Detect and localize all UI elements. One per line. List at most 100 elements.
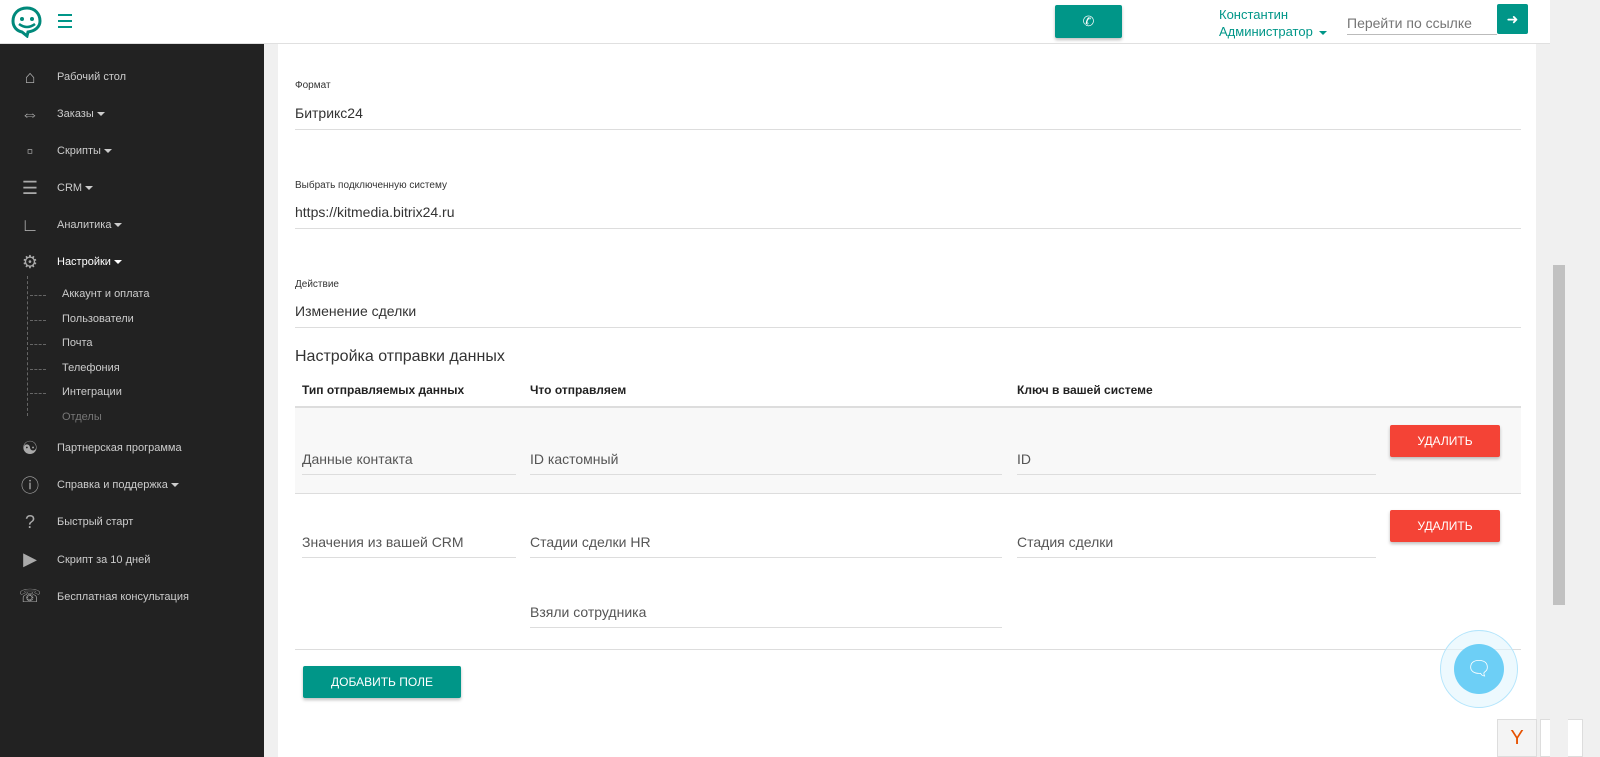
section-title: Настройка отправки данных <box>295 348 505 365</box>
sidebar-item-label: Аналитика <box>57 219 123 231</box>
label-text: Бесплатная консультация <box>57 590 189 603</box>
gears-icon: ⚙ <box>21 251 39 272</box>
label-text: Рабочий стол <box>57 71 127 83</box>
sidebar-item[interactable]: ▫ Скрипты <box>0 134 264 168</box>
main-content: Формат Битрикс24 Выбрать подключенную си… <box>278 44 1536 757</box>
top-bar: ✆ Константин Администратор ➜ <box>0 0 1550 44</box>
label-text: Справка и поддержка <box>57 479 168 492</box>
scrollbar[interactable] <box>1550 0 1568 757</box>
caret-down-icon <box>1319 30 1328 35</box>
user-menu[interactable]: Константин Администратор <box>1219 6 1328 40</box>
sidebar: ⌂ Рабочий стол ⇔ Заказы ▫ Скрипты ☰ CRM ∟ Аналити… <box>0 44 264 757</box>
chat-icon: 🗨 <box>1454 644 1504 694</box>
delete-button[interactable]: УДАЛИТЬ <box>1390 425 1500 457</box>
type-select[interactable]: Значения из вашей CRM <box>302 534 516 558</box>
label-text: Скрипт за 10 дней <box>57 553 151 566</box>
tree-dash <box>30 319 46 321</box>
caret-down-icon <box>96 112 105 117</box>
handshake-icon: ☯ <box>21 437 39 458</box>
sidebar-item-label: Справка и поддержка <box>57 479 179 491</box>
sidebar-item[interactable]: ⌂ Рабочий стол <box>0 60 264 94</box>
column-header-key: Ключ в вашей системе <box>1017 383 1153 397</box>
sidebar-item-label: CRM <box>57 182 94 194</box>
caret-down-icon <box>113 260 122 265</box>
table-row: Значения из вашей CRM Стадии сделки HR В… <box>295 494 1521 650</box>
sidebar-item[interactable]: ⓘ Справка и поддержка <box>0 468 264 502</box>
sidebar-item-label: Быстрый старт <box>57 516 133 528</box>
arrow-right-icon: ➜ <box>1506 10 1519 27</box>
chart-icon: ∟ <box>21 214 39 235</box>
tree-dash <box>30 344 46 346</box>
table-row: Данные контакта ID кастомный ID УДАЛИТЬ <box>295 406 1521 494</box>
sidebar-item[interactable]: ? Быстрый старт <box>0 505 264 539</box>
info-icon: ⓘ <box>21 476 39 497</box>
phone-square-icon: ☏ <box>18 586 42 607</box>
tree-line <box>27 276 28 416</box>
sidebar-item-label: Скрипты <box>57 145 112 157</box>
action-label: Действие <box>295 279 339 290</box>
sidebar-item[interactable]: ⚙ Настройки <box>0 245 264 279</box>
sidebar-subitem[interactable]: Отделы <box>62 411 102 423</box>
sidebar-subitem[interactable]: Пользователи <box>62 313 134 325</box>
caret-down-icon <box>103 149 112 154</box>
home-icon: ⌂ <box>24 66 36 87</box>
caret-down-icon <box>170 483 179 488</box>
action-select[interactable]: Изменение сделки <box>295 303 1521 328</box>
key-input[interactable]: ID <box>1017 451 1376 475</box>
key-input[interactable]: Стадия сделки <box>1017 534 1376 558</box>
chat-widget[interactable]: 🗨 <box>1440 630 1518 708</box>
user-name: Константин <box>1219 7 1289 22</box>
tree-dash <box>30 295 46 296</box>
sidebar-subitem[interactable]: Телефония <box>62 362 120 374</box>
orders-icon: ⇔ <box>21 103 39 124</box>
link-input[interactable] <box>1347 11 1497 35</box>
system-select[interactable]: https://kitmedia.bitrix24.ru <box>295 204 1521 229</box>
format-label: Формат <box>295 80 331 91</box>
what-select[interactable]: Взяли сотрудника <box>530 604 1002 628</box>
sidebar-item-label: Рабочий стол <box>57 71 126 83</box>
sidebar-item[interactable]: ☰ CRM <box>0 171 264 205</box>
add-field-button[interactable]: ДОБАВИТЬ ПОЛЕ <box>303 666 461 698</box>
youtube-icon: ▶ <box>23 549 37 570</box>
column-header-what: Что отправляем <box>530 383 627 397</box>
scrollbar-thumb[interactable] <box>1553 265 1565 605</box>
sidebar-item[interactable]: ☏ Бесплатная консультация <box>0 580 264 614</box>
yii-logo-icon[interactable]: Y <box>1497 719 1537 757</box>
caret-down-icon <box>85 186 94 191</box>
sidebar-subitem[interactable]: Аккаунт и оплата <box>62 288 149 300</box>
tree-dash <box>30 393 46 395</box>
tree-dash <box>30 368 46 370</box>
sidebar-item-label: Скрипт за 10 дней <box>57 554 150 566</box>
label-text: Быстрый старт <box>57 516 134 529</box>
menu-icon[interactable] <box>58 14 72 28</box>
user-role: Администратор <box>1219 24 1313 39</box>
sidebar-item-label: Заказы <box>57 108 105 120</box>
sidebar-item[interactable]: ☯ Партнерская программа <box>0 431 264 465</box>
question-icon: ? <box>24 511 35 532</box>
call-button[interactable]: ✆ <box>1055 5 1122 38</box>
label-text: Партнерская программа <box>57 442 182 454</box>
format-select[interactable]: Битрикс24 <box>295 105 1521 130</box>
sidebar-subitem[interactable]: Почта <box>62 337 93 349</box>
column-header-type: Тип отправляемых данных <box>302 383 465 397</box>
phone-icon: ✆ <box>1082 13 1095 29</box>
sidebar-item-label: Бесплатная консультация <box>57 591 189 603</box>
delete-button[interactable]: УДАЛИТЬ <box>1390 510 1500 542</box>
logo-icon[interactable] <box>10 6 44 43</box>
label-text: Настройки <box>57 256 111 268</box>
label-text: Скрипты <box>57 145 101 157</box>
what-select[interactable]: Стадии сделки HR <box>530 534 1002 558</box>
sidebar-item[interactable]: ▶ Скрипт за 10 дней <box>0 543 264 577</box>
caret-down-icon <box>114 223 123 228</box>
type-select[interactable]: Данные контакта <box>302 451 516 475</box>
go-button[interactable]: ➜ <box>1497 4 1528 34</box>
list-icon: ☰ <box>21 177 39 198</box>
label-text: CRM <box>57 182 83 194</box>
what-select[interactable]: ID кастомный <box>530 451 1002 475</box>
sidebar-item[interactable]: ⇔ Заказы <box>0 97 264 131</box>
sidebar-item-label: Партнерская программа <box>57 442 182 454</box>
sidebar-subitem[interactable]: Интеграции <box>62 386 122 398</box>
system-label: Выбрать подключенную систему <box>295 180 447 191</box>
clipboard-icon: ▫ <box>26 140 34 161</box>
sidebar-item[interactable]: ∟ Аналитика <box>0 208 264 242</box>
